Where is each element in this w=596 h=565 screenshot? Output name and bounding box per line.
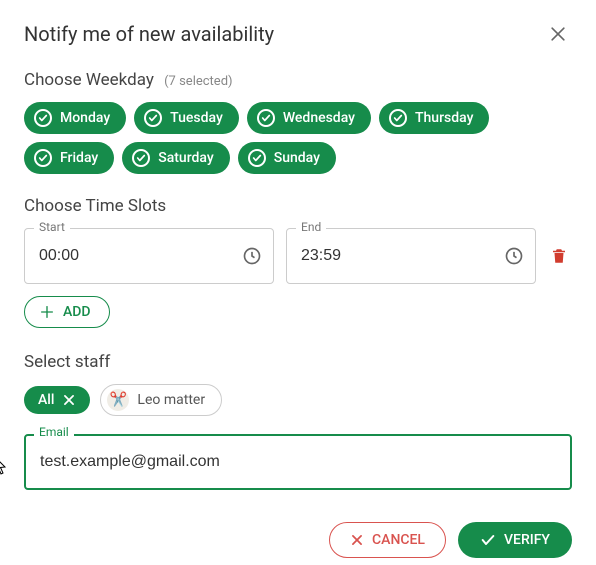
email-label: Email xyxy=(34,425,74,439)
dialog-title: Notify me of new availability xyxy=(24,22,274,46)
weekday-chip-label: Tuesday xyxy=(170,110,223,126)
staff-label: Select staff xyxy=(24,352,572,372)
staff-all-chip[interactable]: All xyxy=(24,386,90,414)
email-field[interactable]: Email xyxy=(24,434,572,490)
close-button[interactable] xyxy=(544,20,572,48)
weekday-chip-label: Wednesday xyxy=(283,110,355,126)
start-time-input[interactable] xyxy=(24,228,274,284)
cursor-icon xyxy=(0,456,8,476)
check-icon xyxy=(248,149,266,167)
start-label: Start xyxy=(34,220,70,234)
add-timeslot-button[interactable]: ADD xyxy=(24,296,110,328)
weekday-chip-saturday[interactable]: Saturday xyxy=(122,142,229,174)
clock-icon xyxy=(242,246,262,266)
check-icon xyxy=(132,149,150,167)
end-time-field[interactable]: End xyxy=(286,228,536,284)
check-icon xyxy=(257,109,275,127)
staff-chip[interactable]: ✂️ Leo matter xyxy=(100,384,222,416)
weekday-chip-tuesday[interactable]: Tuesday xyxy=(134,102,239,134)
cancel-label: CANCEL xyxy=(372,532,425,548)
end-label: End xyxy=(296,220,326,234)
weekday-chip-sunday[interactable]: Sunday xyxy=(238,142,336,174)
weekday-selected-count: (7 selected) xyxy=(164,74,232,89)
weekday-chip-thursday[interactable]: Thursday xyxy=(379,102,489,134)
weekday-chip-label: Friday xyxy=(60,150,98,166)
check-icon xyxy=(389,109,407,127)
delete-timeslot-button[interactable] xyxy=(550,246,568,266)
timeslot-row: Start End xyxy=(24,228,572,284)
close-icon xyxy=(548,24,568,44)
verify-label: VERIFY xyxy=(504,532,550,548)
staff-row: All ✂️ Leo matter xyxy=(24,384,572,416)
staff-all-label: All xyxy=(38,392,54,408)
timeslots-label: Choose Time Slots xyxy=(24,196,572,216)
add-button-label: ADD xyxy=(63,304,91,320)
weekday-chip-label: Thursday xyxy=(415,110,473,126)
start-time-field[interactable]: Start xyxy=(24,228,274,284)
weekday-chip-row: Monday Tuesday Wednesday Thursday Friday… xyxy=(24,102,572,174)
weekday-chip-monday[interactable]: Monday xyxy=(24,102,126,134)
clock-icon xyxy=(504,246,524,266)
weekday-label: Choose Weekday (7 selected) xyxy=(24,70,572,90)
weekday-chip-label: Saturday xyxy=(158,150,213,166)
plus-icon xyxy=(39,304,55,320)
avatar: ✂️ xyxy=(107,389,129,411)
check-icon xyxy=(34,109,52,127)
weekday-chip-label: Sunday xyxy=(274,150,320,166)
weekday-chip-friday[interactable]: Friday xyxy=(24,142,114,174)
verify-button[interactable]: VERIFY xyxy=(458,522,572,558)
close-icon xyxy=(350,533,364,547)
close-icon xyxy=(62,393,76,407)
end-time-input[interactable] xyxy=(286,228,536,284)
check-icon xyxy=(480,532,496,548)
cancel-button[interactable]: CANCEL xyxy=(329,522,446,558)
check-icon xyxy=(34,149,52,167)
weekday-chip-wednesday[interactable]: Wednesday xyxy=(247,102,371,134)
weekday-chip-label: Monday xyxy=(60,110,110,126)
trash-icon xyxy=(550,246,568,266)
actions-row: CANCEL VERIFY xyxy=(24,522,572,558)
staff-name: Leo matter xyxy=(137,392,205,408)
email-input[interactable] xyxy=(24,434,572,490)
check-icon xyxy=(144,109,162,127)
